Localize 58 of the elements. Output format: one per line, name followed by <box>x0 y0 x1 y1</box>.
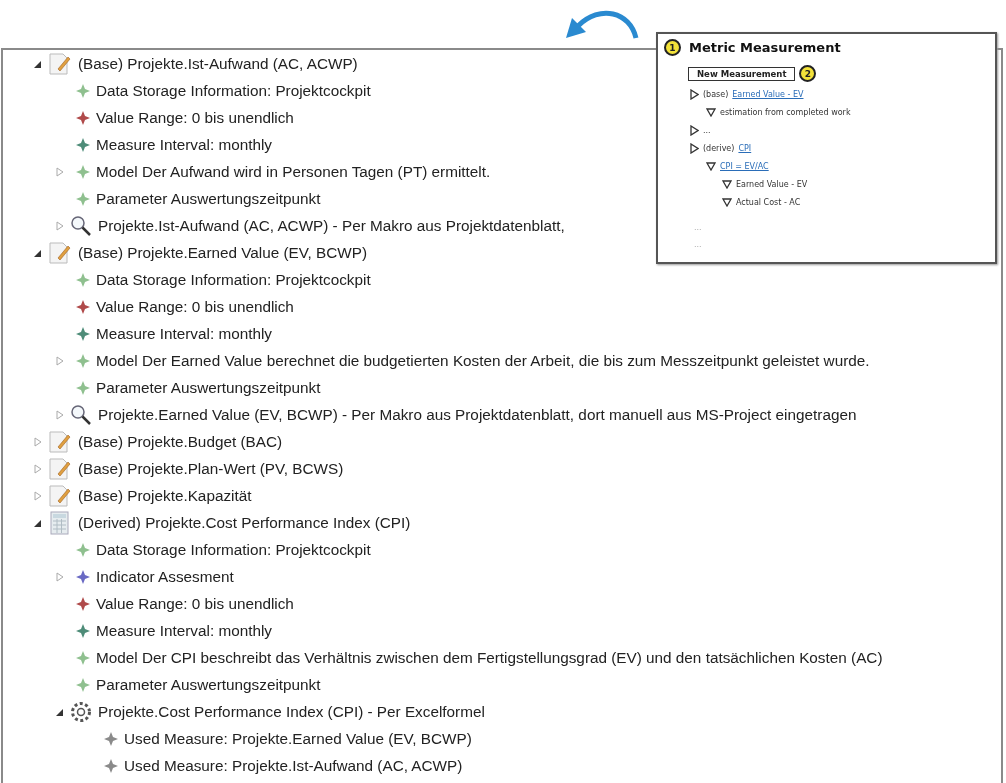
item-link[interactable]: CPI = EV/AC <box>720 161 769 171</box>
item-label: (derive) <box>703 143 735 153</box>
tree-item-label[interactable]: Data Storage Information: Projektcockpit <box>96 540 371 559</box>
calculator-icon <box>48 510 72 535</box>
triangle-down-icon[interactable] <box>722 197 732 207</box>
tree-item-label[interactable]: Model Der Earned Value berechnet die budgetierten Kosten der Arbeit, die bis zum Messzeitpunkt geleistet wurde. <box>96 351 870 370</box>
tree-item-label[interactable]: Measure Interval: monthly <box>96 621 272 640</box>
triangle-right-icon[interactable] <box>690 124 699 136</box>
search-icon <box>70 214 92 237</box>
tree-item-label[interactable]: Measure Interval: monthly <box>96 135 272 154</box>
item-label: ... <box>703 125 711 135</box>
number-badge: 2 <box>799 65 817 82</box>
tree-item-label[interactable]: Model Der Aufwand wird in Personen Tagen (PT) ermittelt. <box>96 162 491 181</box>
tree-item-label[interactable]: Value Range: 0 bis unendlich <box>96 297 294 316</box>
tree-item-label[interactable]: Parameter Auswertungszeitpunkt <box>96 378 321 397</box>
tree-item-label[interactable]: Parameter Auswertungszeitpunkt <box>96 189 321 208</box>
triangle-down-icon[interactable] <box>722 179 732 189</box>
tree-item-label[interactable]: Value Range: 0 bis unendlich <box>96 108 294 127</box>
ellipsis-text: ... <box>694 223 702 232</box>
tree-item-label[interactable]: (Derived) Projekte.Cost Performance Index (CPI) <box>78 513 411 532</box>
tree-item-label[interactable]: Projekte.Ist-Aufwand (AC, ACWP) - Per Makro aus Projektdatenblatt, <box>98 216 565 235</box>
tree-item-label[interactable]: Data Storage Information: Projektcockpit <box>96 81 371 100</box>
tree-item-label[interactable]: Projekte.Cost Performance Index (CPI) - Per Excelformel <box>98 702 485 721</box>
tree-item-label[interactable]: Indicator Assesment <box>96 567 234 586</box>
tree-item-label[interactable]: Projekte.Earned Value (EV, BCWP) - Per Makro aus Projektdatenblatt, dort manuell aus MS-Project eingetragen <box>98 405 857 424</box>
triangle-down-icon[interactable] <box>706 161 716 171</box>
tree-item-label[interactable]: Used Measure: Projekte.Earned Value (EV, BCWP) <box>124 729 472 748</box>
tree-item-label[interactable]: (Base) Projekte.Plan-Wert (PV, BCWS) <box>78 459 344 478</box>
item-label: (base) <box>703 89 729 99</box>
tree-item-label[interactable]: (Base) Projekte.Kapazität <box>78 486 252 505</box>
triangle-down-icon[interactable] <box>706 107 716 117</box>
triangle-right-icon[interactable] <box>690 142 699 154</box>
tree-item-label[interactable]: (Base) Projekte.Ist-Aufwand (AC, ACWP) <box>78 54 358 73</box>
number-badge: 1 <box>664 39 681 56</box>
item-link[interactable]: Earned Value - EV <box>732 89 804 99</box>
document-icon <box>48 457 72 480</box>
mockup-title: Metric Measurement <box>689 40 841 55</box>
document-icon <box>48 430 72 453</box>
item-label: Actual Cost - AC <box>736 197 801 207</box>
tree-item-label[interactable]: Measure Interval: monthly <box>96 324 272 343</box>
search-icon <box>70 403 92 426</box>
tree-item-label[interactable]: (Base) Projekte.Earned Value (EV, BCWP) <box>78 243 368 262</box>
tree-item-label[interactable]: Used Measure: Projekte.Ist-Aufwand (AC, ACWP) <box>124 756 463 775</box>
triangle-right-icon[interactable] <box>690 88 699 100</box>
document-icon <box>48 241 72 264</box>
ellipsis-text: ... <box>694 240 702 249</box>
document-icon <box>48 52 72 75</box>
document-icon <box>48 484 72 507</box>
tree-item-label[interactable]: Model Der CPI beschreibt das Verhältnis zwischen dem Fertigstellungsgrad (EV) und den tatsächlichen Kosten (AC) <box>96 648 883 667</box>
item-label: estimation from completed work <box>720 107 851 117</box>
tree-item-label[interactable]: Value Range: 0 bis unendlich <box>96 594 294 613</box>
item-link[interactable]: CPI <box>738 143 752 153</box>
tree-item-label[interactable]: (Base) Projekte.Budget (BAC) <box>78 432 283 451</box>
new-measurement-button[interactable]: New Measurement <box>688 66 796 81</box>
tree-item-label[interactable]: Data Storage Information: Projektcockpit <box>96 270 371 289</box>
item-label: Earned Value - EV <box>736 179 808 189</box>
gear-icon <box>70 700 92 723</box>
tree-item-label[interactable]: Parameter Auswertungszeitpunkt <box>96 675 321 694</box>
